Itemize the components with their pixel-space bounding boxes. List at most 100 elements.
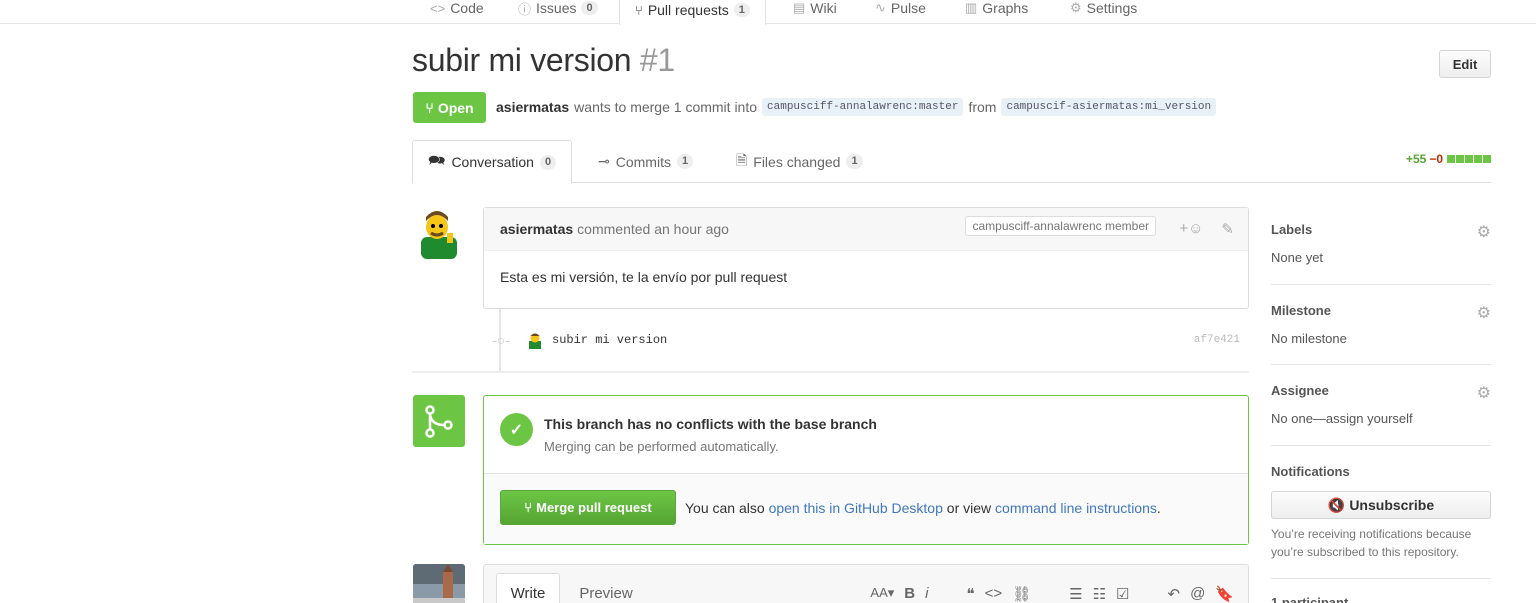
nav-issues-label: Issues bbox=[536, 0, 577, 16]
pulls-count: 1 bbox=[733, 3, 750, 17]
unsubscribe-button[interactable]: 🔇 Unsubscribe bbox=[1271, 491, 1491, 519]
bold-icon[interactable]: B bbox=[904, 585, 915, 603]
comment-author[interactable]: asiermatas bbox=[500, 221, 573, 237]
tab-commits-label: Commits bbox=[615, 153, 671, 170]
commit-icon: ⊸ bbox=[598, 153, 610, 169]
diff-block bbox=[1447, 155, 1455, 163]
merge-text: wants to merge 1 commit into bbox=[574, 99, 758, 115]
reply-icon[interactable]: ↶ bbox=[1168, 585, 1181, 603]
sidebar-labels: Labels ⚙ None yet bbox=[1271, 222, 1491, 265]
tab-files-changed[interactable]: 🗎 Files changed 1 bbox=[736, 140, 863, 183]
sidebar-divider bbox=[1271, 364, 1491, 365]
issues-count: 0 bbox=[581, 1, 598, 15]
tab-conversation-label: Conversation bbox=[451, 154, 534, 170]
additions: +55 bbox=[1405, 152, 1427, 166]
pencil-icon[interactable]: ✎ bbox=[1221, 220, 1234, 238]
bookmark-icon[interactable]: 🔖 bbox=[1215, 585, 1234, 603]
merge-box: ✓ This branch has no conflicts with the … bbox=[483, 395, 1249, 545]
diff-block bbox=[1474, 155, 1482, 163]
issue-icon: ⓘ bbox=[518, 1, 532, 17]
diffstat: +55 −0 bbox=[1406, 152, 1491, 166]
nav-pulls-label: Pull requests bbox=[647, 2, 729, 18]
comment-time[interactable]: commented an hour ago bbox=[577, 221, 729, 237]
write-tab[interactable]: Write bbox=[496, 573, 560, 603]
comment-header: asiermatas commented an hour ago campusc… bbox=[484, 208, 1248, 251]
files-count: 1 bbox=[846, 154, 863, 169]
text-size-icon[interactable]: AA▾ bbox=[870, 585, 894, 603]
commit-sha[interactable]: af7e421 bbox=[1194, 334, 1240, 346]
sidebar-assignee: Assignee ⚙ No one—assign yourself bbox=[1271, 383, 1491, 426]
pulse-icon: ∿ bbox=[875, 0, 886, 15]
participants-heading: 1 participant bbox=[1271, 595, 1349, 603]
nav-issues[interactable]: ⓘ Issues 0 bbox=[518, 0, 598, 20]
viewer-avatar[interactable] bbox=[413, 564, 465, 603]
labels-heading: Labels bbox=[1271, 222, 1313, 237]
code-icon: <> bbox=[430, 0, 446, 16]
code-icon[interactable]: <> bbox=[985, 585, 1003, 603]
gear-icon[interactable]: ⚙ bbox=[1477, 303, 1491, 323]
merge-subtitle: Merging can be performed automatically. bbox=[544, 439, 779, 454]
comment-body: Esta es mi versión, te la envío por pull… bbox=[500, 269, 788, 285]
diff-block bbox=[1465, 155, 1473, 163]
repo-nav: <> Code ⓘ Issues 0 ⑂ Pull requests 1 ▤ W… bbox=[0, 0, 1536, 25]
avatar[interactable] bbox=[413, 207, 465, 259]
preview-tab[interactable]: Preview bbox=[576, 573, 636, 603]
github-desktop-link[interactable]: open this in GitHub Desktop bbox=[769, 500, 943, 516]
mention-icon[interactable]: @ bbox=[1190, 585, 1205, 603]
author-link[interactable]: asiermatas bbox=[496, 99, 569, 115]
unordered-list-icon[interactable]: ☰ bbox=[1069, 585, 1082, 603]
assignee-value[interactable]: No one—assign yourself bbox=[1271, 411, 1491, 426]
milestone-heading: Milestone bbox=[1271, 303, 1331, 318]
comment-discussion-icon: 🗪 bbox=[428, 152, 446, 168]
gear-icon[interactable]: ⚙ bbox=[1477, 222, 1491, 242]
file-diff-icon: 🗎 bbox=[736, 151, 748, 168]
gear-icon: ⚙ bbox=[1070, 0, 1082, 15]
merge-text-before: You can also bbox=[685, 500, 765, 516]
command-line-link[interactable]: command line instructions bbox=[995, 500, 1157, 516]
merge-status: ✓ This branch has no conflicts with the … bbox=[484, 396, 1248, 474]
task-list-icon[interactable]: ☑ bbox=[1116, 585, 1129, 603]
unsubscribe-label: Unsubscribe bbox=[1349, 497, 1435, 513]
merge-icon bbox=[413, 395, 465, 447]
gear-icon[interactable]: ⚙ bbox=[1477, 383, 1491, 403]
nav-graphs[interactable]: ▥ Graphs bbox=[965, 0, 1028, 20]
assignee-heading: Assignee bbox=[1271, 383, 1329, 398]
tab-commits[interactable]: ⊸ Commits 1 bbox=[598, 140, 694, 183]
merge-button-label: Merge pull request bbox=[536, 500, 652, 515]
merge-actions: ⑂ Merge pull request You can also open t… bbox=[484, 474, 1248, 544]
nav-code[interactable]: <> Code bbox=[430, 0, 484, 20]
commit-avatar[interactable] bbox=[526, 331, 544, 349]
diff-block bbox=[1483, 155, 1491, 163]
ordered-list-icon[interactable]: ☷ bbox=[1093, 585, 1106, 603]
deletions: −0 bbox=[1429, 152, 1443, 166]
from-text: from bbox=[968, 99, 997, 115]
pull-request-icon: ⑂ bbox=[635, 2, 643, 18]
sidebar-notifications: Notifications bbox=[1271, 464, 1491, 479]
merge-pull-request-button[interactable]: ⑂ Merge pull request bbox=[500, 490, 676, 525]
nav-settings-label: Settings bbox=[1086, 0, 1138, 16]
link-icon[interactable]: ⛓ bbox=[1012, 585, 1031, 603]
merge-text-end: . bbox=[1156, 500, 1161, 516]
nav-settings[interactable]: ⚙ Settings bbox=[1070, 0, 1137, 20]
nav-wiki-label: Wiki bbox=[810, 0, 837, 16]
nav-pull-requests[interactable]: ⑂ Pull requests 1 bbox=[619, 0, 766, 25]
nav-code-label: Code bbox=[450, 0, 484, 16]
check-icon: ✓ bbox=[500, 413, 533, 446]
divider bbox=[412, 371, 1249, 373]
milestone-value: No milestone bbox=[1271, 331, 1347, 346]
nav-wiki[interactable]: ▤ Wiki bbox=[793, 0, 837, 20]
add-reaction-icon[interactable]: +☺ bbox=[1179, 220, 1203, 238]
comment: asiermatas commented an hour ago campusc… bbox=[483, 207, 1249, 309]
pr-number: #1 bbox=[639, 42, 675, 78]
italic-icon[interactable]: i bbox=[925, 585, 928, 603]
pr-tabs: 🗪 Conversation 0 ⊸ Commits 1 🗎 Files cha… bbox=[412, 140, 1491, 184]
edit-button[interactable]: Edit bbox=[1439, 50, 1491, 78]
tab-conversation[interactable]: 🗪 Conversation 0 bbox=[412, 140, 573, 184]
nav-pulse[interactable]: ∿ Pulse bbox=[875, 0, 926, 20]
markdown-toolbar: AA▾ B i ❝ <> ⛓ ☰ ☷ ☑ ↶ @ 🔖 bbox=[870, 585, 1234, 603]
commit-message[interactable]: subir mi version bbox=[552, 333, 667, 347]
pr-meta: asiermatas wants to merge 1 commit into … bbox=[496, 98, 1217, 116]
sidebar-divider bbox=[1271, 284, 1491, 285]
commit-icon: -○- bbox=[492, 332, 510, 348]
quote-icon[interactable]: ❝ bbox=[966, 585, 974, 603]
